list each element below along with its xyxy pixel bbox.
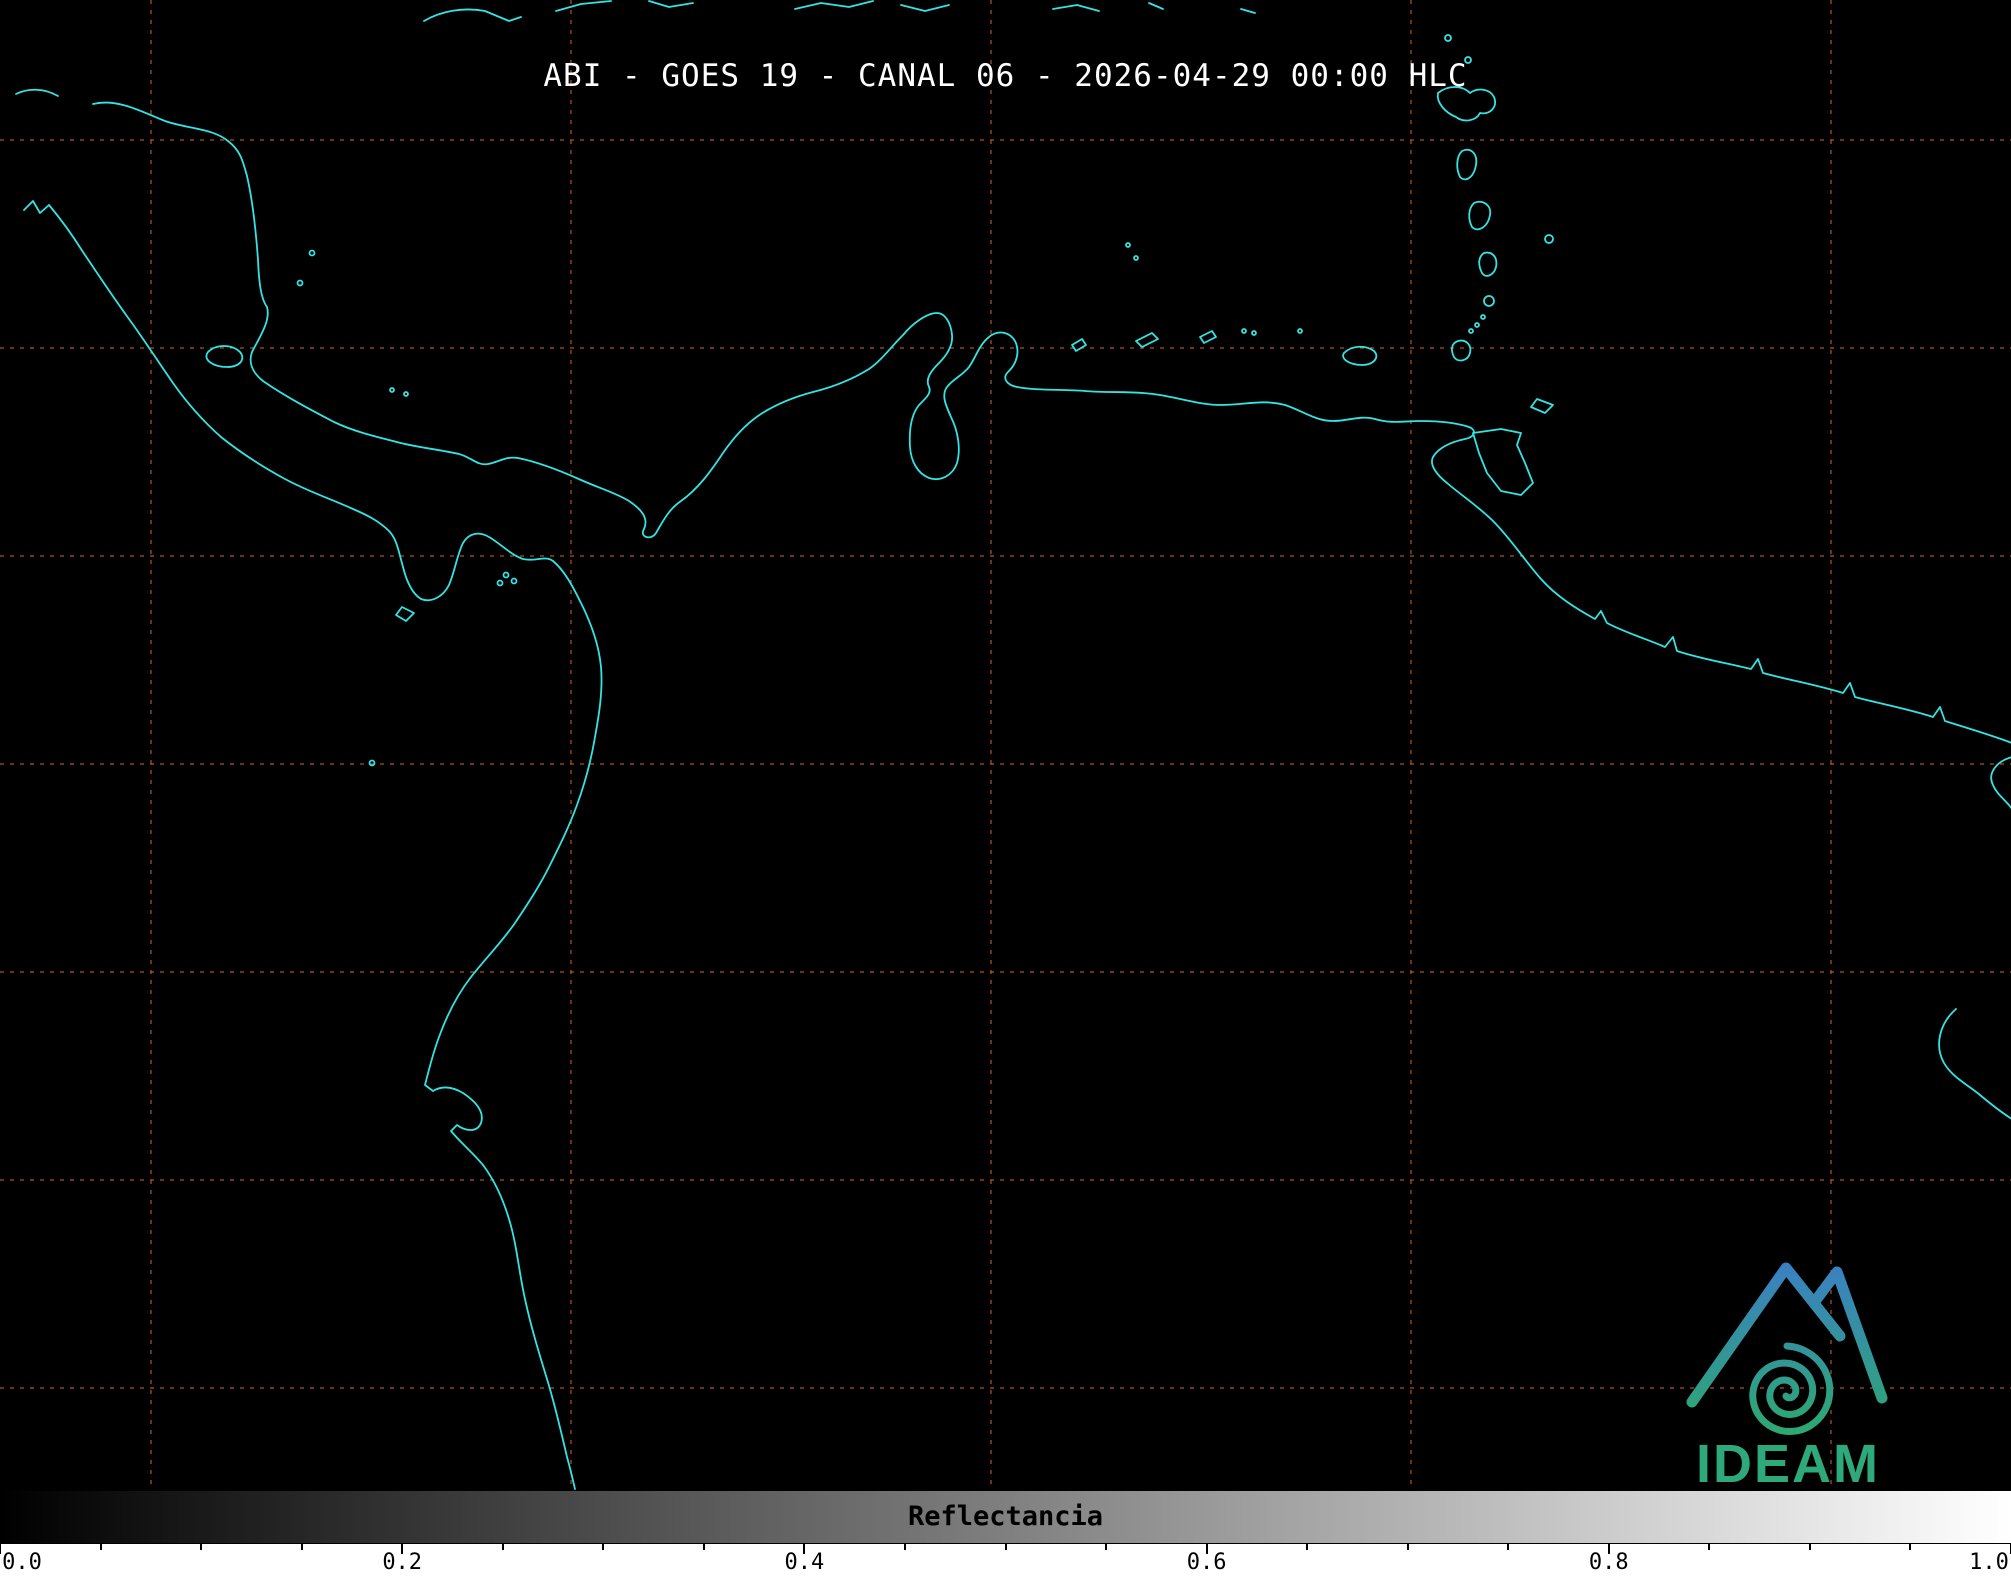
map-graphics: IDEAM (0, 0, 2011, 1494)
image-title: ABI - GOES 19 - CANAL 06 - 2026-04-29 00… (543, 58, 1468, 94)
colorbar-tick-label: 0.2 (382, 1550, 423, 1575)
colorbar-tick (300, 1544, 303, 1550)
colorbar-tick (1909, 1544, 1912, 1550)
map-canvas: IDEAM ABI - GOES 19 - CANAL 06 - 2026-04… (0, 0, 2011, 1494)
colorbar-tick (200, 1544, 203, 1550)
island-group-pacific (296, 249, 518, 767)
colorbar-tick-label: 0.0 (2, 1550, 42, 1575)
coastline-pacific-south-america (23, 200, 603, 1490)
coastline-caribbean-south-america (92, 101, 2011, 744)
logo-cyclone-spiral-icon (1749, 1342, 1834, 1436)
graticule-grid (0, 0, 2011, 1490)
colorbar-label: Reflectancia (907, 1500, 1104, 1532)
lake-nicaragua (205, 345, 244, 368)
colorbar-tick (602, 1544, 605, 1550)
ideam-logo: IDEAM (1686, 1262, 1888, 1494)
coastline-fragments-top-edge (423, 0, 1256, 22)
colorbar-tick (702, 1544, 705, 1550)
colorbar-tick (1406, 1544, 1409, 1550)
island-trinidad (1472, 428, 1534, 496)
colorbar-tick-label: 0.4 (784, 1550, 825, 1575)
colorbar-tick (903, 1544, 906, 1550)
colorbar-tick-label: 0.6 (1186, 1550, 1227, 1575)
colorbar-tick-strip: 0.0 0.2 0.4 0.6 0.8 1.0 (0, 1544, 2011, 1577)
satellite-image-viewer: IDEAM ABI - GOES 19 - CANAL 06 - 2026-04… (0, 0, 2011, 1577)
island-tobago (1530, 398, 1554, 414)
colorbar-tick-label: 1.0 (1969, 1550, 2009, 1575)
colorbar: Reflectancia (0, 1490, 2011, 1544)
logo-text: IDEAM (1696, 1434, 1880, 1494)
colorbar-tick (1708, 1544, 1711, 1550)
colorbar-tick (1105, 1544, 1108, 1550)
coastlines (15, 0, 2011, 1490)
colorbar-tick (1808, 1544, 1811, 1550)
colorbar-tick (99, 1544, 102, 1550)
colorbar-tick (1306, 1544, 1309, 1550)
colorbar-tick (501, 1544, 504, 1550)
island-group-abc-venezuela (1071, 328, 1378, 366)
logo-mountain-left-ridge (1686, 1262, 1846, 1408)
colorbar-tick (1507, 1544, 1510, 1550)
colorbar-tick (1004, 1544, 1007, 1550)
coastline-fragments-right-edge (1938, 756, 2011, 1120)
colorbar-tick-label: 0.8 (1588, 1550, 1629, 1575)
colorbar-tick (0, 1544, 1, 1554)
